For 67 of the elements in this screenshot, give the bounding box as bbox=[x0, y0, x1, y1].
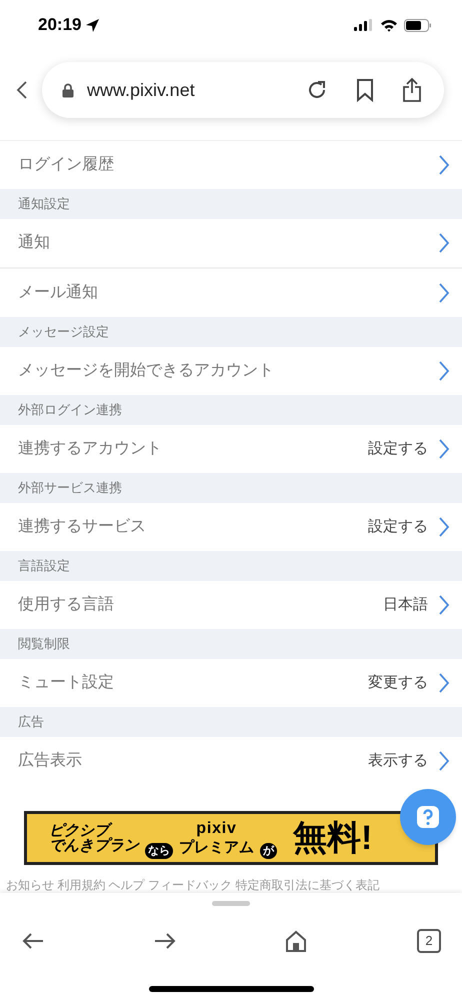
chevron-right-icon bbox=[438, 232, 450, 254]
signal-icon bbox=[354, 19, 374, 31]
section-header: 外部サービス連携 bbox=[18, 479, 122, 498]
chevron-right-icon bbox=[438, 672, 450, 694]
settings-row[interactable]: メッセージを開始できるアカウント bbox=[0, 347, 462, 395]
help-icon bbox=[416, 805, 440, 829]
tab-count-button[interactable]: 2 bbox=[416, 929, 441, 953]
status-time: 20:19 bbox=[38, 14, 82, 36]
back-icon[interactable] bbox=[16, 80, 28, 100]
sheet-handle[interactable] bbox=[212, 901, 250, 906]
settings-row[interactable]: 使用する言語 日本語 bbox=[0, 581, 462, 629]
section-header: 広告 bbox=[18, 713, 44, 732]
banner-brand: pixiv bbox=[196, 821, 237, 837]
help-button[interactable] bbox=[400, 789, 456, 845]
row-label: 連携するサービス bbox=[18, 516, 146, 537]
banner-text: ピクシブ bbox=[49, 823, 139, 838]
share-icon[interactable] bbox=[402, 77, 422, 103]
row-value: 変更する bbox=[368, 672, 428, 693]
row-value: 設定する bbox=[368, 516, 428, 537]
chevron-right-icon bbox=[438, 360, 450, 382]
banner-badge: なら bbox=[145, 842, 173, 859]
settings-row[interactable]: ログイン履歴 bbox=[0, 141, 462, 189]
row-label: 広告表示 bbox=[18, 750, 82, 771]
chevron-right-icon bbox=[438, 154, 450, 176]
section-header: 外部ログイン連携 bbox=[18, 401, 122, 420]
promo-banner[interactable]: ピクシブ でんきプラン なら pixiv プレミアム が 無料! bbox=[24, 811, 438, 865]
chevron-right-icon bbox=[438, 282, 450, 304]
row-label: ログイン履歴 bbox=[18, 155, 114, 175]
row-label: メッセージを開始できるアカウント bbox=[18, 361, 274, 381]
banner-text: でんきプラン bbox=[49, 838, 139, 853]
settings-row[interactable]: ミュート設定 変更する bbox=[0, 659, 462, 707]
address-bar[interactable]: www.pixiv.net bbox=[42, 62, 444, 118]
row-label: 使用する言語 bbox=[18, 594, 114, 615]
row-label: メール通知 bbox=[18, 282, 98, 303]
battery-icon bbox=[404, 18, 432, 32]
banner-headline: 無料! bbox=[293, 821, 372, 855]
home-icon[interactable] bbox=[285, 930, 308, 952]
forward-arrow-icon[interactable] bbox=[154, 932, 176, 950]
chevron-right-icon bbox=[438, 438, 450, 460]
banner-badge: が bbox=[260, 842, 277, 859]
section-header: 言語設定 bbox=[18, 557, 70, 576]
row-label: ミュート設定 bbox=[18, 672, 114, 693]
wifi-icon bbox=[380, 18, 398, 32]
row-label: 通知 bbox=[18, 232, 50, 253]
url-text: www.pixiv.net bbox=[87, 78, 195, 102]
row-value: 設定する bbox=[368, 438, 428, 459]
section-header: 閲覧制限 bbox=[18, 635, 70, 654]
row-value: 日本語 bbox=[383, 594, 428, 615]
footer-links: お知らせ 利用規約 ヘルプ フィードバック 特定商取引法に基づく表記 bbox=[6, 877, 380, 893]
lock-icon bbox=[62, 82, 74, 98]
chevron-right-icon bbox=[438, 594, 450, 616]
settings-row[interactable]: メール通知 bbox=[0, 269, 462, 317]
bookmark-icon[interactable] bbox=[356, 78, 374, 102]
row-value: 表示する bbox=[368, 750, 428, 771]
row-label: 連携するアカウント bbox=[18, 438, 162, 459]
banner-text: プレミアム bbox=[179, 840, 254, 855]
settings-row[interactable]: 連携するサービス 設定する bbox=[0, 503, 462, 551]
settings-row[interactable]: 通知 bbox=[0, 219, 462, 267]
settings-row[interactable]: 広告表示 表示する bbox=[0, 737, 462, 785]
settings-row[interactable]: 連携するアカウント 設定する bbox=[0, 425, 462, 473]
back-arrow-icon[interactable] bbox=[22, 932, 44, 950]
section-header: メッセージ設定 bbox=[18, 323, 109, 342]
reload-icon[interactable] bbox=[306, 79, 328, 101]
chevron-right-icon bbox=[438, 750, 450, 772]
chevron-right-icon bbox=[438, 516, 450, 538]
location-arrow-icon bbox=[85, 18, 100, 32]
section-header: 通知設定 bbox=[18, 195, 70, 214]
